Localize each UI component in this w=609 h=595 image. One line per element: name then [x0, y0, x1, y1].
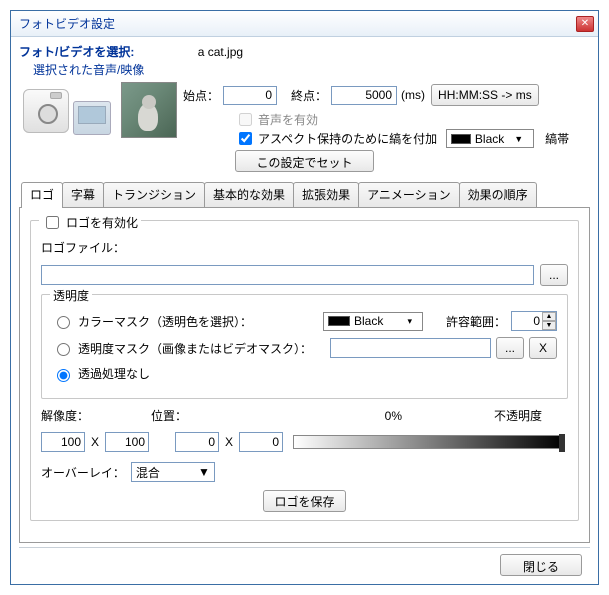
x-label: X — [91, 435, 99, 449]
close-icon[interactable]: ✕ — [576, 16, 594, 32]
res-height-input[interactable] — [105, 432, 149, 452]
convert-time-button[interactable]: HH:MM:SS -> ms — [431, 84, 539, 106]
audio-enable-label: 音声を有効 — [258, 111, 318, 128]
overlay-label: オーバーレイ： — [41, 464, 125, 481]
resolution-inputs-row: X X — [41, 432, 568, 452]
stripe-label: 縞帯 — [545, 130, 569, 147]
tab-logo[interactable]: ロゴ — [21, 182, 63, 208]
chevron-down-icon[interactable]: ▾ — [401, 315, 418, 328]
stripe-color-select[interactable]: Black ▼ — [446, 129, 534, 148]
color-swatch-icon — [451, 134, 471, 144]
logo-enable-group: ロゴを有効化 ロゴファイル： ... 透明度 カラーマスク（透明色を選択）： — [30, 220, 579, 521]
tolerance-input[interactable] — [512, 312, 542, 330]
audio-enable-row: 音声を有効 — [235, 110, 590, 129]
overlay-mode-select[interactable]: 混合 ▼ — [131, 462, 215, 482]
color-mask-label: カラーマスク（透明色を選択）： — [78, 313, 252, 330]
footer: 閉じる — [19, 547, 590, 580]
monitor-icon — [73, 101, 111, 135]
no-transparency-label: 透過処理なし — [78, 365, 150, 382]
tab-basic-fx[interactable]: 基本的な効果 — [204, 182, 294, 207]
overlay-mode-value: 混合 — [136, 464, 198, 481]
alpha-mask-row: 透明度マスク（画像またはビデオマスク）： ... X — [52, 337, 557, 359]
set-row: この設定でセット — [19, 150, 590, 172]
titlebar: フォトビデオ設定 ✕ — [11, 11, 598, 37]
pos-x-input[interactable] — [175, 432, 219, 452]
filename-label: a cat.jpg — [198, 45, 243, 59]
x-label-2: X — [225, 435, 233, 449]
media-area: 始点： 終点： (ms) HH:MM:SS -> ms 音声を有効 アスペクト保… — [19, 80, 590, 148]
tab-transition[interactable]: トランジション — [103, 182, 205, 207]
logo-file-row: ロゴファイル： — [41, 239, 568, 256]
window-body: フォト/ビデオを選択: a cat.jpg 選択された音声/映像 始点： 終点：… — [11, 37, 598, 584]
end-label: 終点： — [291, 87, 327, 104]
color-mask-row: カラーマスク（透明色を選択）： Black ▾ 許容範囲： ▲ ▼ — [52, 311, 557, 331]
chevron-down-icon[interactable]: ▼ — [508, 133, 529, 145]
save-logo-button[interactable]: ロゴを保存 — [263, 490, 345, 512]
logo-enable-checkbox[interactable] — [46, 216, 59, 229]
tab-animation[interactable]: アニメーション — [358, 182, 460, 207]
alpha-mask-input[interactable] — [330, 338, 491, 358]
media-select-header: フォト/ビデオを選択: a cat.jpg 選択された音声/映像 — [19, 43, 590, 78]
logo-panel: ロゴを有効化 ロゴファイル： ... 透明度 カラーマスク（透明色を選択）： — [19, 207, 590, 543]
resolution-label: 解像度： — [41, 407, 89, 424]
overlay-row: オーバーレイ： 混合 ▼ — [41, 462, 568, 482]
close-button[interactable]: 閉じる — [500, 554, 582, 576]
res-width-input[interactable] — [41, 432, 85, 452]
position-label: 位置： — [151, 407, 187, 424]
tolerance-label: 許容範囲： — [446, 313, 506, 330]
opacity-zero-label: 0% — [385, 409, 402, 423]
color-swatch-icon — [328, 316, 350, 326]
color-mask-radio[interactable] — [57, 316, 70, 329]
logo-file-label: ロゴファイル： — [41, 239, 125, 256]
opacity-label: 不透明度 — [494, 407, 542, 424]
logo-enable-label: ロゴを有効化 — [66, 214, 138, 231]
start-label: 始点： — [183, 87, 219, 104]
camera-icon — [23, 89, 69, 133]
alpha-mask-radio[interactable] — [57, 343, 70, 356]
time-row: 始点： 終点： (ms) HH:MM:SS -> ms — [183, 84, 590, 106]
no-transparency-radio[interactable] — [57, 369, 70, 382]
alpha-mask-clear-button[interactable]: X — [529, 337, 557, 359]
spinner-down-icon[interactable]: ▼ — [542, 321, 556, 330]
spinner-up-icon[interactable]: ▲ — [542, 312, 556, 321]
aspect-border-label: アスペクト保持のために縞を付加 — [258, 130, 437, 147]
tab-ext-fx[interactable]: 拡張効果 — [293, 182, 359, 207]
media-controls: 始点： 終点： (ms) HH:MM:SS -> ms 音声を有効 アスペクト保… — [183, 80, 590, 148]
audio-enable-checkbox — [239, 113, 252, 126]
save-logo-row: ロゴを保存 — [41, 490, 568, 512]
select-media-label: フォト/ビデオを選択: — [19, 45, 134, 59]
aspect-border-row: アスペクト保持のために縞を付加 Black ▼ 縞帯 — [235, 129, 590, 148]
mask-color-select[interactable]: Black ▾ — [323, 312, 423, 331]
transparency-group: 透明度 カラーマスク（透明色を選択）： Black ▾ 許容範囲： — [41, 294, 568, 399]
logo-enable-title: ロゴを有効化 — [39, 213, 141, 232]
alpha-mask-label: 透明度マスク（画像またはビデオマスク）： — [78, 340, 312, 357]
tabstrip: ロゴ 字幕 トランジション 基本的な効果 拡張効果 アニメーション 効果の順序 — [19, 182, 590, 207]
logo-file-input-row: ... — [41, 264, 568, 286]
end-input[interactable] — [331, 86, 397, 105]
media-thumbnails — [19, 80, 183, 138]
ms-label: (ms) — [401, 88, 425, 102]
media-thumbnail[interactable] — [121, 82, 177, 138]
mask-color-value: Black — [354, 314, 383, 328]
transparency-group-title: 透明度 — [50, 287, 92, 304]
slider-handle-icon[interactable] — [559, 434, 565, 452]
apply-settings-button[interactable]: この設定でセット — [235, 150, 373, 172]
pos-y-input[interactable] — [239, 432, 283, 452]
tab-subtitle[interactable]: 字幕 — [62, 182, 104, 207]
window-title: フォトビデオ設定 — [15, 15, 576, 32]
photo-video-settings-window: フォトビデオ設定 ✕ フォト/ビデオを選択: a cat.jpg 選択された音声… — [10, 10, 599, 585]
no-transparency-row: 透過処理なし — [52, 365, 557, 382]
tab-fx-order[interactable]: 効果の順序 — [459, 182, 537, 207]
resolution-position-row: 解像度： 位置： 0% 不透明度 — [41, 407, 568, 424]
logo-file-input[interactable] — [41, 265, 534, 285]
selected-media-sub: 選択された音声/映像 — [33, 61, 590, 78]
start-input[interactable] — [223, 86, 277, 105]
alpha-mask-browse-button[interactable]: ... — [496, 337, 524, 359]
opacity-slider[interactable] — [293, 435, 564, 449]
aspect-border-checkbox[interactable] — [239, 132, 252, 145]
stripe-color-value: Black — [475, 132, 504, 146]
logo-browse-button[interactable]: ... — [540, 264, 568, 286]
chevron-down-icon: ▼ — [198, 465, 210, 479]
tolerance-spinner[interactable]: ▲ ▼ — [511, 311, 557, 331]
